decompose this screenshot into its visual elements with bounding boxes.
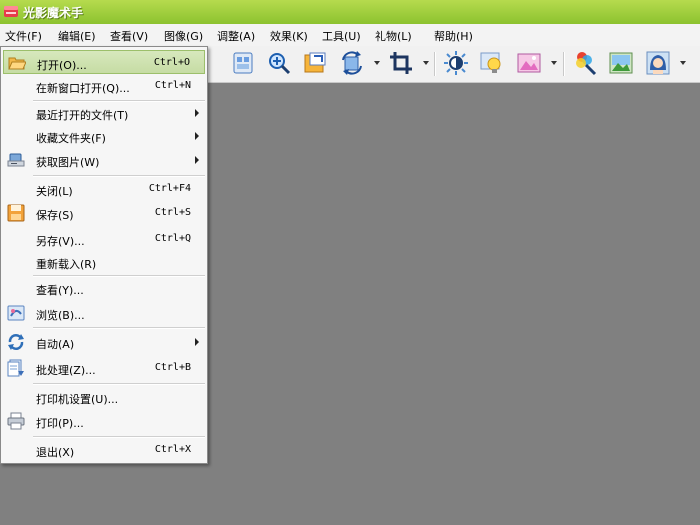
frame-dropdown-icon[interactable] (551, 61, 557, 65)
menu-bar: 文件(F) 编辑(E) 查看(V) 图像(G) 调整(A) 效果(K) 工具(U… (0, 24, 700, 47)
window-title: 光影魔术手 (23, 6, 84, 20)
brightness-icon[interactable] (443, 50, 469, 76)
menu-item-label: 最近打开的文件(T) (36, 109, 129, 122)
menu-item-label: 在新窗口打开(Q)... (36, 82, 130, 95)
toolbar-separator (434, 52, 436, 76)
menu-view[interactable]: 查看(V) (110, 28, 148, 44)
menu-item-label: 退出(X) (36, 446, 75, 459)
submenu-arrow-icon (195, 156, 199, 164)
menu-item-label: 打印机设置(U)... (36, 393, 119, 406)
shortcut-label: Ctrl+Q (154, 233, 191, 244)
menu-item-recent-files[interactable]: 最近打开的文件(T) (3, 101, 205, 125)
menu-item-label: 关闭(L) (36, 185, 73, 198)
menu-gifts[interactable]: 礼物(L) (375, 28, 412, 44)
menu-item-label: 另存(V)... (36, 235, 85, 248)
menu-item-label: 自动(A) (36, 338, 75, 351)
menu-item-label: 保存(S) (36, 209, 74, 222)
menu-tools[interactable]: 工具(U) (322, 28, 361, 44)
submenu-arrow-icon (195, 338, 199, 346)
menu-item-batch[interactable]: 批处理(Z)... Ctrl+B (3, 356, 205, 380)
menu-item-label: 打印(P)... (36, 417, 84, 430)
fit-screen-icon[interactable] (302, 50, 328, 76)
menu-item-printer-setup[interactable]: 打印机设置(U)... (3, 385, 205, 409)
scanner-icon (7, 153, 25, 167)
menu-item-view[interactable]: 查看(Y)... (3, 276, 205, 300)
menu-item-auto[interactable]: 自动(A) (3, 330, 205, 354)
menu-item-save-as[interactable]: 另存(V)... Ctrl+Q (3, 227, 205, 251)
browse-icon (7, 305, 25, 321)
portrait-icon[interactable] (645, 50, 671, 76)
menu-item-label: 查看(Y)... (36, 284, 84, 297)
submenu-arrow-icon (195, 132, 199, 140)
shortcut-label: Ctrl+F4 (148, 183, 191, 194)
picture-icon[interactable] (608, 50, 634, 76)
refresh-icon (8, 334, 24, 350)
floppy-icon (7, 204, 25, 222)
menu-edit[interactable]: 编辑(E) (58, 28, 96, 44)
menu-adjust[interactable]: 调整(A) (217, 28, 255, 44)
landscape-frame-icon[interactable] (516, 50, 542, 76)
view-icon[interactable] (230, 50, 256, 76)
menu-item-exit[interactable]: 退出(X) Ctrl+X (3, 438, 205, 462)
shortcut-label: Ctrl+B (154, 362, 191, 373)
rotate-icon[interactable] (339, 50, 365, 76)
menu-item-label: 收藏文件夹(F) (36, 132, 106, 145)
menu-item-favorite-folders[interactable]: 收藏文件夹(F) (3, 124, 205, 148)
menu-help[interactable]: 帮助(H) (434, 28, 473, 44)
menu-item-close[interactable]: 关闭(L) Ctrl+F4 (3, 177, 205, 201)
menu-item-browse[interactable]: 浏览(B)... (3, 301, 205, 325)
crop-dropdown-icon[interactable] (423, 61, 429, 65)
toolbar-separator (563, 52, 565, 76)
portrait-dropdown-icon[interactable] (680, 61, 686, 65)
menu-item-label: 浏览(B)... (36, 309, 85, 322)
menu-item-print[interactable]: 打印(P)... (3, 409, 205, 433)
menu-item-label: 批处理(Z)... (36, 364, 96, 377)
menu-item-acquire-image[interactable]: 获取图片(W) (3, 148, 205, 172)
menu-file[interactable]: 文件(F) (5, 28, 42, 44)
menu-item-open-new-window[interactable]: 在新窗口打开(Q)... Ctrl+N (3, 74, 205, 98)
app-icon (4, 6, 18, 17)
file-menu: 打开(O)... Ctrl+O 在新窗口打开(Q)... Ctrl+N 最近打开… (0, 46, 208, 464)
shortcut-label: Ctrl+S (154, 207, 191, 218)
batch-icon (7, 359, 24, 377)
submenu-arrow-icon (195, 109, 199, 117)
crop-icon[interactable] (388, 50, 414, 76)
menu-image[interactable]: 图像(G) (164, 28, 203, 44)
menu-item-label: 打开(O)... (37, 59, 87, 72)
menu-item-save[interactable]: 保存(S) Ctrl+S (3, 201, 205, 225)
menu-item-label: 获取图片(W) (36, 156, 100, 169)
menu-item-open[interactable]: 打开(O)... Ctrl+O (3, 50, 205, 74)
printer-icon (7, 412, 25, 430)
menu-item-reload[interactable]: 重新载入(R) (3, 250, 205, 274)
color-picker-icon[interactable] (572, 50, 598, 76)
zoom-in-icon[interactable] (266, 50, 292, 76)
menu-item-label: 重新载入(R) (36, 258, 97, 271)
folder-open-icon (8, 57, 26, 70)
rotate-dropdown-icon[interactable] (374, 61, 380, 65)
light-bulb-icon[interactable] (479, 50, 505, 76)
menu-separator (33, 327, 205, 329)
shortcut-label: Ctrl+N (154, 80, 191, 91)
menu-effects[interactable]: 效果(K) (270, 28, 308, 44)
shortcut-label: Ctrl+O (153, 57, 190, 68)
shortcut-label: Ctrl+X (154, 444, 191, 455)
title-bar: 光影魔术手 (0, 0, 700, 24)
